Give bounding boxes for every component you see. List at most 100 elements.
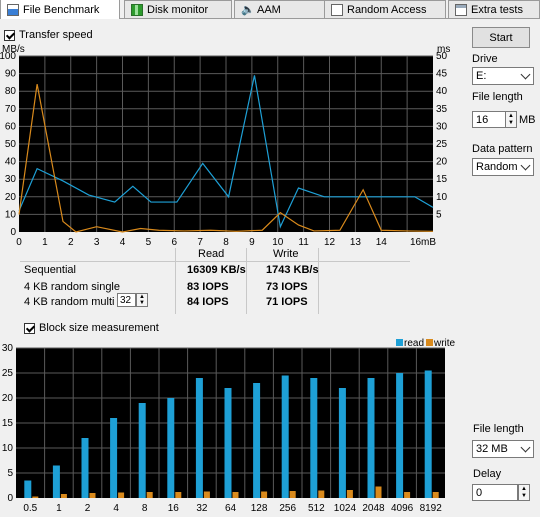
data-pattern-select[interactable]: Random: [472, 158, 534, 176]
x-tick-label: 16: [168, 503, 180, 514]
bar-write: [146, 492, 153, 498]
results-divider: [20, 261, 410, 262]
file-length-label: File length: [472, 91, 523, 103]
result-row-label: Sequential: [24, 264, 76, 276]
delay-input[interactable]: 0: [472, 484, 518, 501]
data-pattern-value: Random: [476, 161, 518, 173]
start-button[interactable]: Start: [472, 27, 530, 48]
block-size-checkbox[interactable]: Block size measurement: [24, 322, 159, 334]
x-tick-label: 512: [308, 503, 325, 514]
x-tick-label: 9: [249, 237, 255, 248]
tab-extra-tests[interactable]: Extra tests: [448, 0, 540, 18]
bar-write: [118, 492, 125, 498]
y2-tick-label: 45: [436, 69, 448, 80]
spin-up-icon[interactable]: ▲: [506, 112, 516, 120]
tab-label: AAM: [257, 3, 281, 16]
x-tick-label: 2: [85, 503, 91, 514]
y-tick-label: 5: [7, 468, 13, 479]
read-column-header: Read: [198, 248, 225, 260]
result-read-value: 16309 KB/s: [187, 264, 246, 276]
tab-label: Extra tests: [471, 3, 523, 16]
x-tick-label: 64: [225, 503, 237, 514]
queue-depth-spinner[interactable]: ▲ ▼: [136, 293, 148, 307]
y2-tick-label: 15: [436, 174, 448, 185]
bar-write: [375, 486, 382, 498]
tab-label: Random Access: [347, 3, 427, 16]
bar-write: [175, 492, 182, 498]
result-read-value: 83 IOPS: [187, 281, 229, 293]
x-tick-label: 3: [94, 237, 100, 248]
y-tick-label: 20: [2, 393, 14, 404]
x-tick-label: 0: [16, 237, 22, 248]
block-file-length-label: File length: [473, 423, 524, 435]
bar-write: [404, 492, 411, 498]
block-size-label: Block size measurement: [39, 322, 159, 334]
tab-file-benchmark[interactable]: File Benchmark: [0, 0, 120, 19]
bar-write: [432, 492, 439, 498]
unit-label: MB/s: [17, 353, 40, 364]
chevron-down-icon: [520, 160, 531, 171]
bar-read: [253, 383, 261, 498]
spin-down-icon[interactable]: ▼: [506, 120, 516, 128]
bar-write: [346, 490, 353, 498]
delay-spinner[interactable]: ▲ ▼: [518, 484, 530, 501]
spin-down-icon[interactable]: ▼: [519, 493, 529, 501]
transfer-speed-checkbox[interactable]: Transfer speed: [4, 29, 93, 41]
result-row-label: 4 KB random multi: [24, 296, 115, 308]
x-tick-label: 4096: [391, 503, 414, 514]
bar-read: [24, 480, 32, 498]
bar-read: [310, 378, 318, 498]
spin-down-icon[interactable]: ▼: [137, 300, 147, 306]
y-tick-label: 50: [5, 139, 17, 150]
queue-depth-input[interactable]: 32: [117, 293, 136, 307]
block-file-length-select[interactable]: 32 MB: [472, 440, 534, 458]
result-write-value: 73 IOPS: [266, 281, 308, 293]
x-tick-label: 1024: [334, 503, 357, 514]
y-tick-label: 70: [5, 104, 17, 115]
tab-label: Disk monitor: [147, 3, 209, 16]
queue-depth-value: 32: [120, 294, 132, 306]
file-length-spinner[interactable]: ▲ ▼: [505, 111, 517, 128]
legend-read-label: read: [404, 338, 424, 349]
x-tick-label: 256: [279, 503, 296, 514]
block-file-length-value: 32 MB: [476, 443, 508, 455]
x-tick-label: 1: [42, 237, 48, 248]
y2-tick-label: 10: [436, 192, 448, 203]
x-tick-label: 11: [298, 237, 309, 248]
y-tick-label: 100: [0, 51, 16, 62]
result-write-value: 71 IOPS: [266, 296, 308, 308]
results-table: Read Write Sequential 16309 KB/s 1743 KB/s…: [20, 248, 410, 314]
bar-write: [203, 491, 210, 498]
x-tick-label: 1: [56, 503, 62, 514]
bar-write: [89, 493, 96, 498]
disk-monitor-icon: [131, 3, 143, 16]
tab-aam[interactable]: 🔈 AAM: [234, 0, 326, 18]
results-col-sep: [246, 248, 247, 314]
bar-read: [224, 388, 232, 498]
y-tick-label: 20: [5, 192, 17, 203]
y-tick-label: 90: [5, 69, 17, 80]
x-tick-label: 5: [146, 237, 152, 248]
file-length-input[interactable]: 16: [472, 111, 506, 128]
bar-read: [81, 438, 89, 498]
tab-disk-monitor[interactable]: Disk monitor: [124, 0, 232, 18]
y2-tick-label: 20: [436, 157, 448, 168]
bar-read: [195, 378, 203, 498]
spin-up-icon[interactable]: ▲: [519, 485, 529, 493]
results-col-sep: [175, 248, 176, 314]
drive-select[interactable]: E:: [472, 67, 534, 85]
bar-read: [138, 403, 146, 498]
x-tick-label: 8: [142, 503, 148, 514]
y-tick-label: 10: [2, 443, 14, 454]
x-tick-label: 8: [223, 237, 229, 248]
y2-tick-label: 25: [436, 139, 448, 150]
y2-tick-label: 5: [436, 209, 442, 220]
y-tick-label: 25: [2, 368, 14, 379]
x-tick-label: 128: [251, 503, 268, 514]
bar-write: [232, 492, 239, 498]
tab-random-access[interactable]: Random Access: [324, 0, 446, 18]
chevron-down-icon: [520, 442, 531, 453]
bar-read: [396, 373, 404, 498]
tab-label: File Benchmark: [23, 3, 100, 16]
file-length-unit: MB: [519, 114, 536, 126]
